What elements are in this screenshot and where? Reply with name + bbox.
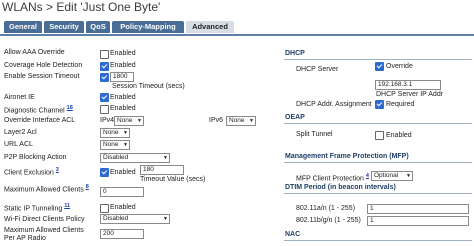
- ipv4-label: IPv4: [100, 117, 115, 124]
- p2p-select[interactable]: Disabled ▼: [100, 153, 170, 163]
- session-timeout-input[interactable]: 1800: [110, 72, 134, 82]
- session-timeout-sub: Session Timeout (secs): [112, 83, 185, 90]
- ipv4-acl-select[interactable]: None ▼: [114, 116, 144, 126]
- max-clients-input[interactable]: 0: [100, 187, 144, 197]
- tab-bar: General Security QoS Policy-Mapping Adva…: [0, 21, 474, 36]
- diag-label: Diagnostic Channel 18: [4, 105, 73, 115]
- page-title: WLANs > Edit 'Just One Byte': [2, 0, 161, 14]
- oeap-section-title: OEAP: [285, 114, 305, 121]
- mfp-help-link[interactable]: 4: [366, 173, 369, 179]
- session-timeout-checkbox[interactable]: [100, 73, 109, 82]
- diag-help-link[interactable]: 18: [67, 105, 73, 111]
- dtim-section-title: DTIM Period (in beacon intervals): [285, 184, 396, 191]
- dhcp-server-text: Override: [386, 63, 413, 70]
- diag-checkbox[interactable]: [100, 105, 109, 114]
- layer2-acl-label: Layer2 Acl: [4, 129, 37, 136]
- mfp-label: MFP Client Protection 4: [296, 173, 369, 183]
- ipv6-label: IPv6: [209, 117, 224, 124]
- coverage-text: Enabled: [110, 62, 136, 69]
- dhcp-server-checkbox[interactable]: [375, 62, 384, 71]
- dhcp-section-title: DHCP: [285, 50, 305, 57]
- static-ip-label: Static IP Tunneling 11: [4, 203, 71, 213]
- client-excl-help-link[interactable]: 3: [56, 167, 59, 173]
- dtim-divider: [284, 193, 472, 194]
- nac-section-title: NAC: [285, 231, 301, 238]
- tab-advanced[interactable]: Advanced: [186, 21, 234, 33]
- dhcp-assign-text: Required: [386, 101, 415, 108]
- url-acl-select[interactable]: None ▼: [100, 140, 130, 150]
- dhcp-server-label: DHCP Server: [296, 66, 339, 73]
- layer2-acl-select[interactable]: None ▼: [100, 128, 130, 138]
- client-excl-enabled-text: Enabled: [110, 169, 136, 176]
- dtim-b-input[interactable]: 1: [367, 216, 469, 226]
- tab-security[interactable]: Security: [44, 21, 84, 33]
- coverage-label: Coverage Hole Detection: [4, 62, 83, 69]
- coverage-checkbox[interactable]: [100, 62, 109, 71]
- p2p-label: P2P Blocking Action: [4, 154, 67, 161]
- static-ip-text: Enabled: [110, 204, 136, 211]
- tab-policy-mapping[interactable]: Policy-Mapping: [112, 21, 184, 33]
- mfp-section-title: Management Frame Protection (MFP): [285, 153, 409, 160]
- client-excl-label: Client Exclusion 3: [4, 167, 59, 177]
- split-tunnel-text: Enabled: [386, 132, 412, 139]
- aironet-text: Enabled: [110, 94, 136, 101]
- session-timeout-label: Enable Session Timeout: [4, 73, 80, 80]
- static-ip-help-link[interactable]: 11: [64, 203, 70, 209]
- dhcp-ip-input[interactable]: 192.168.3.1: [375, 80, 441, 90]
- client-excl-sub: Timeout Value (secs): [140, 176, 206, 183]
- mfp-select[interactable]: Optional ▼: [371, 171, 413, 181]
- tab-qos[interactable]: QoS: [86, 21, 110, 33]
- url-acl-label: URL ACL: [4, 141, 33, 148]
- static-ip-checkbox[interactable]: [100, 204, 109, 213]
- dhcp-assign-label: DHCP Addr. Assignment: [296, 101, 372, 108]
- client-excl-timeout-input[interactable]: 180: [140, 165, 184, 175]
- ipv6-acl-select[interactable]: None ▼: [226, 116, 256, 126]
- dhcp-divider: [284, 59, 472, 60]
- dhcp-ip-sub: DHCP Server IP Addr: [376, 91, 444, 98]
- max-per-ap-input[interactable]: 200: [100, 229, 144, 239]
- max-per-ap-label: Maximum Allowed Clients Per AP Radio: [4, 227, 84, 242]
- tab-general[interactable]: General: [4, 21, 42, 33]
- max-clients-help-link[interactable]: 8: [86, 184, 89, 190]
- allow-aaa-label: Allow AAA Override: [4, 49, 65, 56]
- max-clients-label: Maximum Allowed Clients 8: [4, 184, 89, 194]
- dtim-b-label: 802.11b/g/n (1 - 255): [296, 217, 361, 224]
- oeap-divider: [284, 123, 472, 124]
- override-acl-label: Override Interface ACL: [4, 117, 76, 124]
- allow-aaa-checkbox[interactable]: [100, 50, 109, 59]
- dtim-a-label: 802.11a/n (1 - 255): [296, 205, 356, 212]
- wifi-direct-label: Wi-Fi Direct Clients Policy: [4, 216, 85, 223]
- dtim-a-input[interactable]: 1: [367, 204, 469, 214]
- split-tunnel-label: Split Tunnel: [296, 131, 333, 138]
- aironet-label: Aironet IE: [4, 94, 35, 101]
- diag-text: Enabled: [110, 105, 136, 112]
- dhcp-assign-checkbox[interactable]: [375, 100, 384, 109]
- nac-divider: [284, 240, 472, 241]
- wifi-direct-select[interactable]: Disabled ▼: [100, 214, 170, 224]
- mfp-divider: [284, 162, 472, 163]
- split-tunnel-checkbox[interactable]: [375, 131, 384, 140]
- allow-aaa-text: Enabled: [110, 50, 136, 57]
- aironet-checkbox[interactable]: [100, 93, 109, 102]
- client-excl-checkbox[interactable]: [100, 168, 109, 177]
